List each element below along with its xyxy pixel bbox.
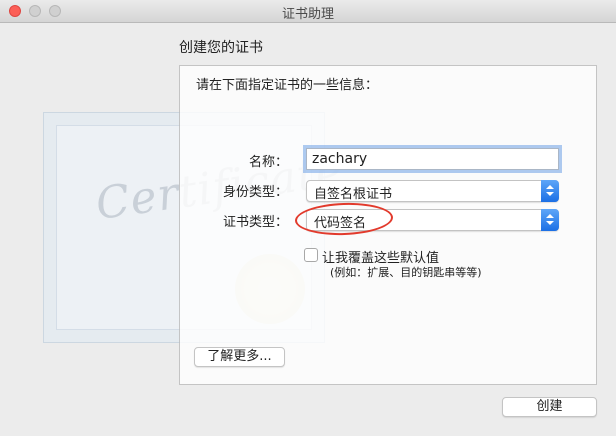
- page-heading: 创建您的证书: [179, 40, 263, 56]
- window-title: 证书助理: [281, 7, 334, 22]
- title-bar: 证书助理: [0, 0, 616, 23]
- override-defaults-checkbox[interactable]: [304, 248, 318, 262]
- learn-more-button[interactable]: 了解更多...: [194, 347, 285, 367]
- name-label: 名称：: [248, 155, 288, 170]
- chevron-updown-icon: [541, 180, 559, 202]
- form-prompt: 请在下面指定证书的一些信息：: [196, 78, 379, 93]
- chevron-updown-icon: [541, 209, 559, 231]
- certificate-type-label: 证书类型：: [222, 215, 288, 230]
- identity-type-popup[interactable]: 自签名根证书: [306, 180, 559, 202]
- identity-type-label: 身份类型：: [222, 185, 288, 200]
- certificate-assistant-window: 证书助理 Certificate 创建您的证书 请在下面指定证书的一些信息： 名…: [0, 0, 616, 436]
- name-field[interactable]: zachary: [306, 148, 559, 170]
- identity-type-value: 自签名根证书: [314, 187, 393, 202]
- override-defaults-hint: (例如：扩展、目的钥匙串等等): [330, 266, 482, 279]
- create-button[interactable]: 创建: [502, 397, 597, 417]
